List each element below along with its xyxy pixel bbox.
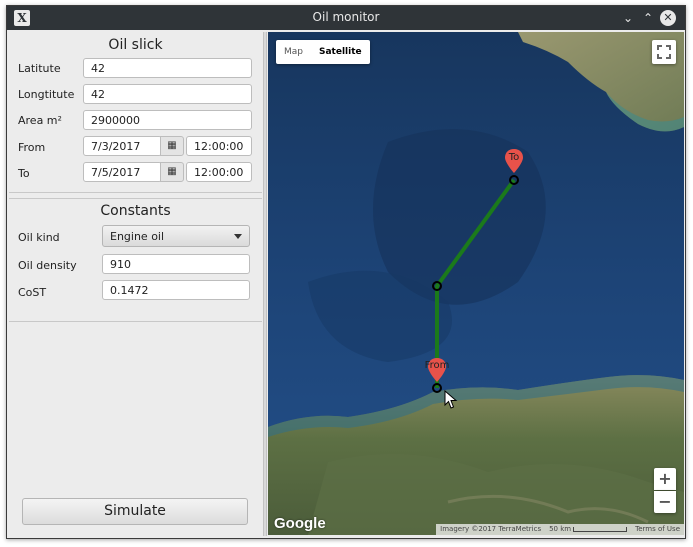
to-label: To: [18, 167, 30, 180]
map-attribution: Imagery ©2017 TerraMetrics 50 km Terms of …: [436, 524, 684, 535]
imagery-credit: Imagery ©2017 TerraMetrics: [440, 525, 542, 533]
oil-density-label: Oil density: [18, 259, 77, 272]
title-bar: X Oil monitor ⌄ ⌃ ✕: [7, 6, 685, 30]
from-calendar-icon[interactable]: ▦: [160, 136, 184, 156]
fullscreen-icon[interactable]: [652, 40, 676, 64]
maximize-chevron-icon[interactable]: ⌃: [639, 9, 657, 27]
cost-field[interactable]: 0.1472: [102, 280, 250, 300]
from-label: From: [18, 141, 46, 154]
from-marker-label: From: [424, 360, 450, 371]
zoom-out-button[interactable]: −: [654, 491, 676, 513]
section-divider: [9, 192, 262, 193]
drift-route-line: [435, 178, 516, 388]
section-divider: [9, 321, 262, 322]
minimize-chevron-icon[interactable]: ⌄: [619, 9, 637, 27]
google-logo: Google: [274, 515, 326, 532]
from-time-field[interactable]: 12:00:00: [186, 136, 252, 156]
mouse-cursor-icon: [444, 390, 458, 409]
scale-bar: [573, 526, 628, 532]
map-type-control: Map Satellite: [276, 40, 370, 64]
area-field[interactable]: 2900000: [83, 110, 252, 130]
to-marker-label: To: [508, 152, 520, 163]
cost-label: CoST: [18, 286, 47, 299]
map-type-satellite-button[interactable]: Satellite: [311, 40, 370, 64]
from-date-field[interactable]: 7/3/2017: [83, 136, 162, 156]
window-title: Oil monitor: [312, 10, 380, 24]
zoom-in-button[interactable]: +: [654, 468, 676, 490]
to-calendar-icon[interactable]: ▦: [160, 162, 184, 182]
chevron-down-icon: [234, 234, 242, 239]
close-icon[interactable]: ✕: [660, 10, 676, 26]
scale-text: 50 km: [549, 525, 572, 533]
to-time-field[interactable]: 12:00:00: [186, 162, 252, 182]
longitude-label: Longtitute: [18, 88, 75, 101]
oil-kind-label: Oil kind: [18, 231, 60, 244]
drift-route-overlay: [432, 175, 519, 393]
terms-link[interactable]: Terms of Use: [631, 525, 684, 533]
oil-slick-heading: Oil slick: [108, 37, 163, 53]
oil-density-field[interactable]: 910: [102, 254, 250, 274]
constants-heading: Constants: [100, 203, 171, 219]
simulate-button[interactable]: Simulate: [22, 498, 248, 525]
oil-kind-value: Engine oil: [110, 230, 165, 243]
latitude-field[interactable]: 42: [83, 58, 252, 78]
split-pane-divider[interactable]: [263, 32, 267, 536]
to-date-field[interactable]: 7/5/2017: [83, 162, 162, 182]
app-window: X Oil monitor ⌄ ⌃ ✕ Oil slick Latitute 4…: [6, 5, 686, 539]
map-type-map-button[interactable]: Map: [276, 40, 311, 64]
latitude-label: Latitute: [18, 62, 61, 75]
map-view[interactable]: To From Map Satellite + − Google Imagery …: [268, 32, 684, 535]
section-divider: [9, 198, 262, 199]
longitude-field[interactable]: 42: [83, 84, 252, 104]
area-label: Area m²: [18, 114, 62, 127]
oil-kind-select[interactable]: Engine oil: [102, 225, 250, 247]
left-panel: Oil slick Latitute 42 Longtitute 42 Area…: [9, 32, 262, 536]
scale-label: 50 km: [545, 525, 631, 533]
